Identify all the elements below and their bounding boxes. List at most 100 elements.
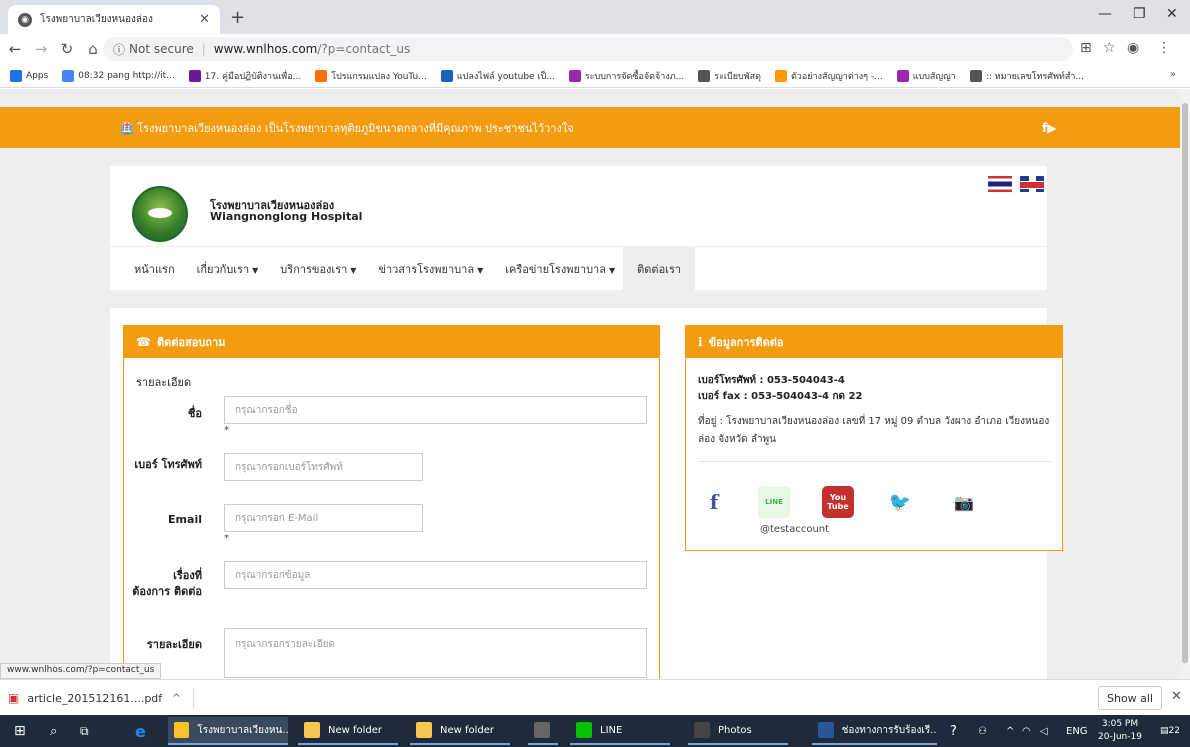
bookmark-item[interactable]: ตัวอย่างสัญญาต่างๆ -...	[774, 69, 883, 83]
bookmark-item[interactable]: ระเบียบพัสดุ	[698, 69, 761, 83]
taskbar-app[interactable]: Photos	[688, 717, 788, 745]
chevron-up-icon[interactable]: ^	[1006, 715, 1014, 747]
nav-item[interactable]: บริการของเรา ▼	[280, 260, 356, 278]
bookmark-label: โปรแกรมแปลง YouTu...	[331, 71, 427, 82]
wifi-icon[interactable]: ◠	[1022, 715, 1031, 747]
notification-icon[interactable]: ▤ 22	[1160, 715, 1180, 747]
nav-item[interactable]: เกี่ยวกับเรา ▼	[197, 260, 259, 278]
windows-start-icon[interactable]: ⊞	[14, 715, 26, 747]
bookmark-item[interactable]: 17. คู่มือปฏิบัติงานเพื่อ...	[188, 69, 302, 83]
reload-icon[interactable]: ↻	[56, 40, 78, 58]
calculator-icon	[534, 722, 550, 738]
clock[interactable]: 3:05 PM 20-Jun-19	[1098, 718, 1142, 744]
taskbar-app[interactable]	[528, 717, 558, 745]
phone-input[interactable]: กรุณากรอกเบอร์โทรศัพท์	[224, 453, 423, 481]
facebook-youtube-icon[interactable]: f▶	[1042, 121, 1056, 135]
taskbar-app[interactable]: LINE	[570, 717, 670, 745]
nav-item[interactable]: ข่าวสารโรงพยาบาล ▼	[378, 260, 483, 278]
bookmark-item[interactable]: แบบสัญญา	[896, 69, 956, 83]
address-bar[interactable]: ⓘ Not secure | www.wnlhos.com /?p=contac…	[103, 37, 1073, 61]
line-account: @testaccount	[760, 524, 830, 535]
close-icon[interactable]: ✕	[1171, 689, 1182, 704]
speaker-icon[interactable]: ◁	[1040, 715, 1048, 747]
new-tab-button[interactable]: +	[230, 7, 245, 28]
help-icon[interactable]: ?	[950, 715, 957, 747]
task-view-icon[interactable]: ⧉	[80, 715, 89, 747]
translate-icon[interactable]: ⊞	[1080, 40, 1092, 56]
downloads-bar: ▣ article_201512161....pdf ^ Show all ✕	[0, 679, 1190, 715]
phone-label: เบอร์ โทรศัพท์	[134, 458, 202, 471]
language-indicator[interactable]: ENG	[1066, 715, 1088, 747]
nav-item[interactable]: เครือข่ายโรงพยาบาล ▼	[505, 260, 615, 278]
egp-icon	[568, 69, 581, 82]
separator: |	[201, 42, 206, 56]
bookmark-label: ระเบียบพัสดุ	[714, 71, 761, 82]
contact-content: ☎ ติดต่อสอบถาม รายละเอียด ชื่อ กรุณากรอก…	[110, 308, 1063, 679]
back-icon[interactable]: ←	[4, 40, 26, 58]
globe-icon	[698, 69, 711, 82]
twitter-icon[interactable]: 🐦	[884, 486, 916, 518]
nav-item[interactable]: หน้าแรก	[134, 260, 175, 278]
line-icon[interactable]: LINE	[758, 486, 790, 518]
bookmark-item[interactable]: Apps	[10, 69, 48, 82]
bookmark-item[interactable]: :: หมายเลขโทรศัพท์สำ...	[969, 69, 1084, 83]
taskbar-app-label: New folder	[440, 724, 495, 736]
facebook-icon[interactable]: f	[698, 486, 730, 518]
required-mark: *	[224, 533, 229, 544]
subject-input[interactable]: กรุณากรอกข้อมูล	[224, 561, 647, 589]
scrollbar-thumb[interactable]	[1182, 103, 1188, 663]
download-item[interactable]: ▣ article_201512161....pdf ^	[8, 688, 194, 708]
forward-icon[interactable]: →	[30, 40, 52, 58]
browser-tab[interactable]: ◉ โรงพยาบาลเวียงหนองล่อง ✕	[8, 5, 220, 34]
maximize-icon[interactable]: ❐	[1133, 6, 1146, 22]
youtube-icon[interactable]: You Tube	[822, 486, 854, 518]
folder-icon	[416, 722, 432, 738]
minimize-icon[interactable]: —	[1098, 6, 1112, 22]
home-icon[interactable]: ⌂	[82, 40, 104, 58]
taskbar-app[interactable]: New folder	[298, 717, 398, 745]
top-announcement-bar: 🏥 โรงพยาบาลเวียงหนองล่อง เป็นโรงพยาบาลทุ…	[0, 107, 1180, 148]
detail-textarea[interactable]: กรุณากรอกรายละเอียด	[224, 628, 647, 678]
browser-toolbar: ← → ↻ ⌂ ⓘ Not secure | www.wnlhos.com /?…	[0, 34, 1190, 64]
globe-icon	[969, 69, 982, 82]
bookmark-item[interactable]: แปลงไฟล์ youtube เป็...	[440, 69, 555, 83]
instagram-icon[interactable]: 📷	[948, 486, 980, 518]
search-icon[interactable]: ⌕	[50, 715, 57, 747]
chevron-up-icon[interactable]: ^	[172, 693, 180, 704]
people-icon[interactable]: ⚇	[978, 715, 987, 747]
taskbar-app[interactable]: โรงพยาบาลเวียงหน...	[168, 717, 288, 745]
notification-count: 22	[1168, 726, 1180, 736]
menu-icon[interactable]: ⋮	[1157, 40, 1171, 56]
star-icon[interactable]: ☆	[1103, 40, 1116, 56]
brand-name-english[interactable]: Wiangnonglong Hospital	[210, 210, 362, 223]
fax-number: เบอร์ fax : 053-504043-4 กด 22	[698, 391, 863, 402]
page-scrollbar[interactable]	[1180, 89, 1190, 679]
bookmark-item[interactable]: 08:32 pang http://it...	[62, 69, 175, 82]
nav-item-label: บริการของเรา	[280, 262, 348, 276]
account-icon[interactable]: ◉	[1127, 40, 1139, 56]
name-input[interactable]: กรุณากรอกชื่อ	[224, 396, 647, 424]
bookmark-label: 17. คู่มือปฏิบัติงานเพื่อ...	[204, 71, 302, 82]
photos-icon	[694, 722, 710, 738]
bookmark-label: แปลงไฟล์ youtube เป็...	[456, 71, 555, 82]
thai-flag-icon[interactable]	[988, 176, 1012, 192]
line-icon	[576, 722, 592, 738]
email-input[interactable]: กรุณากรอก E-Mail	[224, 504, 423, 532]
hospital-logo[interactable]	[132, 186, 188, 242]
nav-item-label: เกี่ยวกับเรา	[196, 262, 250, 276]
nav-item[interactable]: ติดต่อเรา	[623, 245, 696, 292]
window-close-icon[interactable]: ✕	[1166, 6, 1178, 22]
close-icon[interactable]: ✕	[199, 12, 210, 27]
taskbar-app-label: New folder	[328, 724, 383, 736]
edge-icon[interactable]: e	[135, 715, 146, 747]
show-all-button[interactable]: Show all	[1098, 686, 1162, 710]
info-icon[interactable]: ⓘ	[113, 41, 125, 58]
taskbar-app[interactable]: ช่องทางการรับร้องเรี...	[812, 717, 937, 745]
uk-flag-icon[interactable]	[1020, 176, 1044, 192]
bookmarks-overflow-icon[interactable]: »	[1170, 69, 1176, 80]
bookmark-item[interactable]: โปรแกรมแปลง YouTu...	[315, 69, 427, 83]
page-viewport: 🏥 โรงพยาบาลเวียงหนองล่อง เป็นโรงพยาบาลทุ…	[0, 89, 1180, 679]
caret-down-icon: ▼	[608, 265, 616, 275]
bookmark-item[interactable]: ระบบการจัดซื้อจัดจ้างภ...	[568, 69, 684, 83]
taskbar-app[interactable]: New folder	[410, 717, 510, 745]
